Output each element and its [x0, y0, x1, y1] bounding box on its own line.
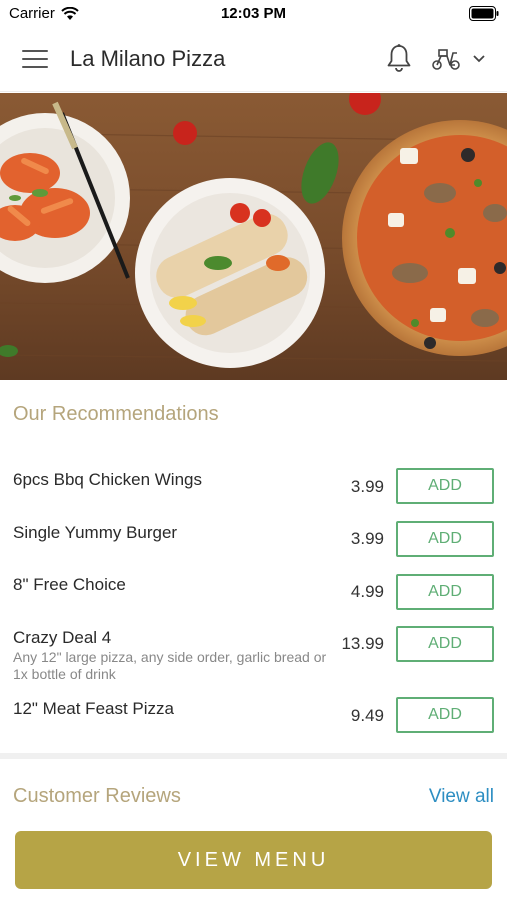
add-button[interactable]: ADD — [396, 697, 494, 733]
item-price: 3.99 — [350, 529, 384, 548]
item-name: 6pcs Bbq Chicken Wings — [13, 470, 202, 489]
add-button[interactable]: ADD — [396, 626, 494, 662]
item-description: Any 12" large pizza, any side order, gar… — [13, 649, 327, 682]
add-button[interactable]: ADD — [396, 521, 494, 557]
hero-illustration — [0, 93, 507, 380]
app-header: La Milano Pizza — [0, 28, 507, 92]
view-all-link[interactable]: View all — [429, 786, 494, 808]
hero-food-image — [0, 93, 507, 380]
item-price: 4.99 — [350, 582, 384, 601]
item-name: Single Yummy Burger — [13, 523, 178, 542]
item-price: 3.99 — [350, 477, 384, 496]
battery-icon — [469, 6, 499, 21]
item-name: 8" Free Choice — [13, 575, 126, 594]
item-price: 9.49 — [350, 706, 384, 725]
section-divider — [0, 753, 507, 759]
add-button[interactable]: ADD — [396, 574, 494, 610]
status-bar: Carrier 12:03 PM — [0, 0, 507, 28]
item-price: 13.99 — [341, 634, 384, 653]
status-time: 12:03 PM — [220, 5, 287, 22]
hamburger-menu-icon[interactable] — [22, 50, 48, 70]
recommendations-title: Our Recommendations — [13, 403, 219, 425]
reviews-title: Customer Reviews — [13, 785, 181, 807]
chevron-down-icon[interactable] — [472, 54, 486, 64]
item-name: Crazy Deal 4 — [13, 628, 112, 647]
add-button[interactable]: ADD — [396, 468, 494, 504]
item-name: 12" Meat Feast Pizza — [13, 699, 174, 718]
delivery-scooter-icon[interactable] — [430, 47, 462, 71]
bell-icon[interactable] — [385, 43, 413, 73]
page-title: La Milano Pizza — [70, 46, 226, 71]
view-menu-button[interactable]: VIEW MENU — [15, 831, 492, 889]
